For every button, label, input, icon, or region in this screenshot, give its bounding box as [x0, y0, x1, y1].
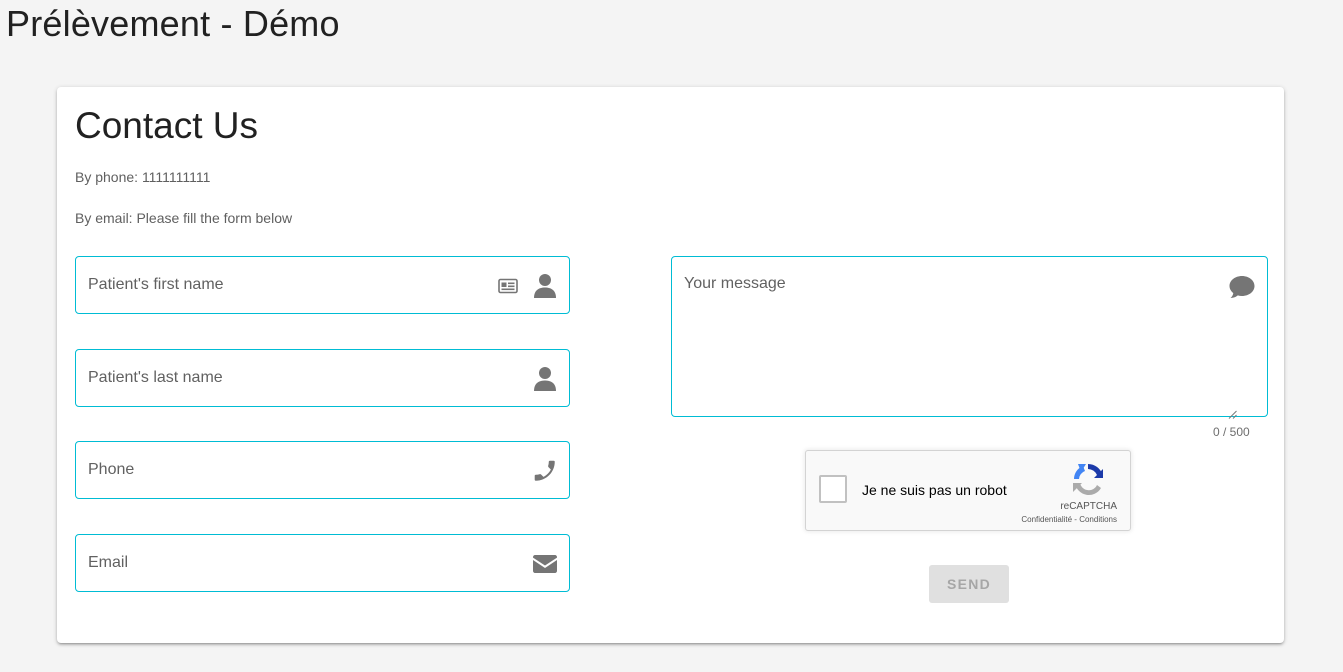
email-input[interactable]: [88, 535, 488, 591]
message-char-counter: 0 / 500: [1213, 425, 1250, 439]
person-icon: [532, 273, 558, 299]
recaptcha-label: Je ne suis pas un robot: [862, 482, 1007, 498]
recaptcha-checkbox[interactable]: [819, 475, 847, 503]
first-name-input[interactable]: [88, 257, 488, 313]
app-title: Prélèvement - Démo: [6, 3, 340, 44]
phone-info: By phone: 1111111111: [75, 169, 211, 185]
speech-bubble-icon: [1228, 274, 1256, 300]
last-name-field: [75, 349, 570, 407]
envelope-icon: [532, 551, 558, 577]
first-name-field: [75, 256, 570, 314]
recaptcha-widget: Je ne suis pas un robot reCAPTCHA Confid…: [805, 450, 1131, 531]
id-card-icon: [495, 273, 521, 299]
contact-heading: Contact Us: [75, 105, 259, 146]
contact-card: Contact Us By phone: 1111111111 By email…: [57, 87, 1284, 643]
recaptcha-terms-link[interactable]: Conditions: [1079, 515, 1117, 524]
last-name-input[interactable]: [88, 350, 488, 406]
recaptcha-logo-icon: [1070, 461, 1106, 497]
phone-input[interactable]: [88, 442, 488, 498]
resize-handle[interactable]: [1228, 406, 1237, 419]
recaptcha-privacy-link[interactable]: Confidentialité: [1021, 515, 1072, 524]
phone-field: [75, 441, 570, 499]
send-button[interactable]: SEND: [929, 565, 1009, 603]
recaptcha-links: Confidentialité - Conditions: [1021, 515, 1117, 524]
email-info: By email: Please fill the form below: [75, 210, 293, 226]
recaptcha-brand: reCAPTCHA: [1060, 501, 1117, 512]
person-icon: [532, 366, 558, 392]
recaptcha-separator: -: [1074, 515, 1077, 524]
message-textarea[interactable]: [684, 275, 1204, 395]
phone-icon: [532, 458, 558, 484]
message-field: [671, 256, 1268, 419]
email-field: [75, 534, 570, 592]
